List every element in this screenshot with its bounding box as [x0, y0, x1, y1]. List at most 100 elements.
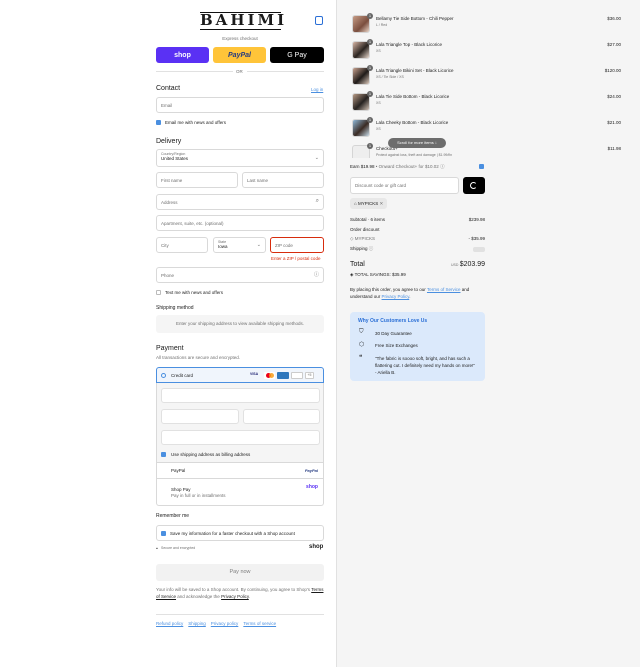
divider: [247, 71, 324, 72]
shield-icon: ⛉: [359, 329, 364, 335]
agreement-text: By placing this order, you agree to our …: [350, 287, 470, 299]
item-variant: Protect against loss, theft and damage |…: [376, 153, 453, 157]
discount-tag: ⌂ MYPICKS ✕: [350, 198, 388, 209]
paypal-button[interactable]: PayPal: [213, 47, 266, 63]
cart-item: 1 Bellamy Tie Side Bottom - Chili Pepper…: [352, 13, 492, 35]
help-icon[interactable]: ⓘ: [314, 271, 319, 278]
item-name: Bellamy Tie Side Bottom - Chili Pepper: [376, 16, 454, 21]
item-price: $120.00: [604, 68, 621, 73]
contact-title: Contact: [156, 85, 181, 92]
discount-amount: - $35.99: [468, 236, 485, 241]
item-variant: XS: [376, 127, 381, 131]
scroll-more-button[interactable]: Scroll for more items ↓: [388, 138, 446, 148]
box-icon: ⬡: [359, 342, 365, 348]
save-info-checkbox[interactable]: [161, 531, 166, 536]
footer-links: Refund policy Shipping Privacy policy Te…: [156, 621, 276, 626]
payment-subtitle: All transactions are secure and encrypte…: [156, 355, 241, 360]
testimonial-text: "The fabric is soooo soft, bright, and h…: [375, 356, 475, 375]
shop-pay-sub: Pay in full or in installments: [171, 493, 226, 498]
or-label: OR: [236, 69, 243, 74]
order-discount-label: Order discount: [350, 227, 380, 232]
apply-discount-button[interactable]: [463, 177, 485, 194]
text-news-checkbox[interactable]: [156, 290, 161, 295]
discount-tag-code: MYPICKS: [357, 201, 379, 206]
quantity-badge: 1: [367, 39, 373, 45]
shipping-method-note: Enter your shipping address to view avai…: [156, 315, 324, 333]
total-savings: ◈ TOTAL SAVINGS: $35.99: [350, 272, 406, 278]
discount-code: MYPICKS: [354, 236, 375, 241]
state-select[interactable]: State Iowa ⌄: [213, 237, 266, 253]
item-name: Lala Triangle Top - Black Licorice: [376, 42, 442, 47]
visa-icon: VISA: [250, 372, 259, 376]
cart-items[interactable]: 1 Bellamy Tie Side Bottom - Chili Pepper…: [337, 10, 640, 158]
remove-discount-icon[interactable]: ✕: [380, 201, 384, 206]
agree-privacy-link[interactable]: Privacy Policy: [382, 294, 410, 299]
email-field[interactable]: Email: [156, 97, 324, 113]
item-price: $21.00: [607, 120, 621, 125]
tag-icon: ◇: [350, 236, 354, 241]
country-value: United States: [161, 156, 189, 161]
shop-pay-option[interactable]: Shop Pay Pay in full or in installments …: [156, 479, 324, 506]
paypal-option[interactable]: PayPal PayPal: [156, 463, 324, 479]
billing-same-checkbox[interactable]: [161, 452, 166, 457]
country-select[interactable]: Country/Region United States ⌄: [156, 149, 324, 167]
email-news-checkbox[interactable]: [156, 120, 161, 125]
agree-terms-link[interactable]: Terms of Service: [427, 287, 461, 292]
zip-field[interactable]: ZIP code: [270, 237, 324, 253]
item-variant: XS / Tie Side / XS: [376, 75, 404, 79]
info-icon[interactable]: ⓘ: [440, 164, 445, 169]
name-on-card-field[interactable]: [161, 430, 320, 445]
arrow-down-icon: ↓: [434, 140, 437, 145]
item-name: Lala Cheeky Bottom - Black Licorice: [376, 120, 449, 125]
discover-icon: [291, 372, 303, 379]
expiration-field[interactable]: [161, 409, 239, 424]
first-name-field[interactable]: First name: [156, 172, 238, 188]
item-variant: L / Red: [376, 23, 388, 27]
discount-field[interactable]: Discount code or gift card: [350, 177, 459, 194]
google-pay-button[interactable]: G Pay: [270, 47, 324, 63]
footer-divider: [156, 614, 324, 615]
card-number-field[interactable]: [161, 388, 320, 403]
shipping-label: Shipping ⓘ: [350, 246, 373, 252]
item-name: Lala Tie Side Bottom - Black Licorice: [376, 94, 450, 99]
address-field[interactable]: Address ⌕: [156, 194, 324, 210]
paypal-label: PayPal: [171, 468, 186, 473]
card-brands: VISA +5: [250, 372, 314, 379]
item-variant: XS: [376, 49, 381, 53]
cart-item: 1 Lala Cheeky Bottom - Black Licorice XS: [352, 117, 492, 139]
terms-of-service-link[interactable]: Terms of service: [243, 621, 276, 626]
secure-label: Secure and encrypted: [161, 546, 196, 550]
brand-logo[interactable]: BAHIMI: [200, 12, 284, 30]
checkout-plus-checkbox[interactable]: [479, 164, 484, 169]
item-name: Lala Triangle Bikini Set - Black Licoric…: [376, 68, 454, 73]
phone-placeholder: Phone: [161, 272, 175, 278]
shipping-link[interactable]: Shipping: [188, 621, 206, 626]
shipping-label-text: Shipping: [350, 246, 368, 251]
refund-policy-link[interactable]: Refund policy: [156, 621, 183, 626]
login-link[interactable]: Log in: [311, 87, 323, 92]
privacy-link[interactable]: Privacy Policy: [221, 594, 249, 599]
item-price: $11.98: [607, 146, 621, 151]
privacy-policy-link[interactable]: Privacy policy: [211, 621, 239, 626]
reviews-title: Why Our Customers Love Us: [358, 318, 428, 324]
payment-title: Payment: [156, 345, 184, 352]
billing-same-label: Use shipping address as billing address: [171, 452, 251, 457]
credit-card-label: Credit card: [171, 373, 194, 378]
last-name-field[interactable]: Last name: [242, 172, 324, 188]
city-field[interactable]: City: [156, 237, 208, 253]
shopping-bag-icon[interactable]: [315, 16, 323, 25]
phone-field[interactable]: Phone ⓘ: [156, 267, 324, 283]
help-icon[interactable]: ⓘ: [369, 246, 374, 251]
total-value: $203.99: [459, 261, 485, 268]
chevron-down-icon: ⌄: [314, 155, 319, 161]
exchange-text: Free Size Exchanges: [375, 343, 418, 348]
remember-box: Save my information for a faster checkou…: [156, 525, 324, 541]
card-fields-panel: Use shipping address as billing address: [156, 383, 324, 463]
express-checkout-label: Express checkout: [222, 36, 258, 41]
apartment-field[interactable]: Apartment, suite, etc. (optional): [156, 215, 324, 231]
security-code-field[interactable]: [243, 409, 320, 424]
credit-card-option[interactable]: Credit card VISA +5: [156, 367, 324, 383]
pay-now-button[interactable]: Pay now: [156, 564, 324, 581]
radio-selected[interactable]: [161, 373, 166, 378]
shop-pay-button[interactable]: shop: [156, 47, 209, 63]
